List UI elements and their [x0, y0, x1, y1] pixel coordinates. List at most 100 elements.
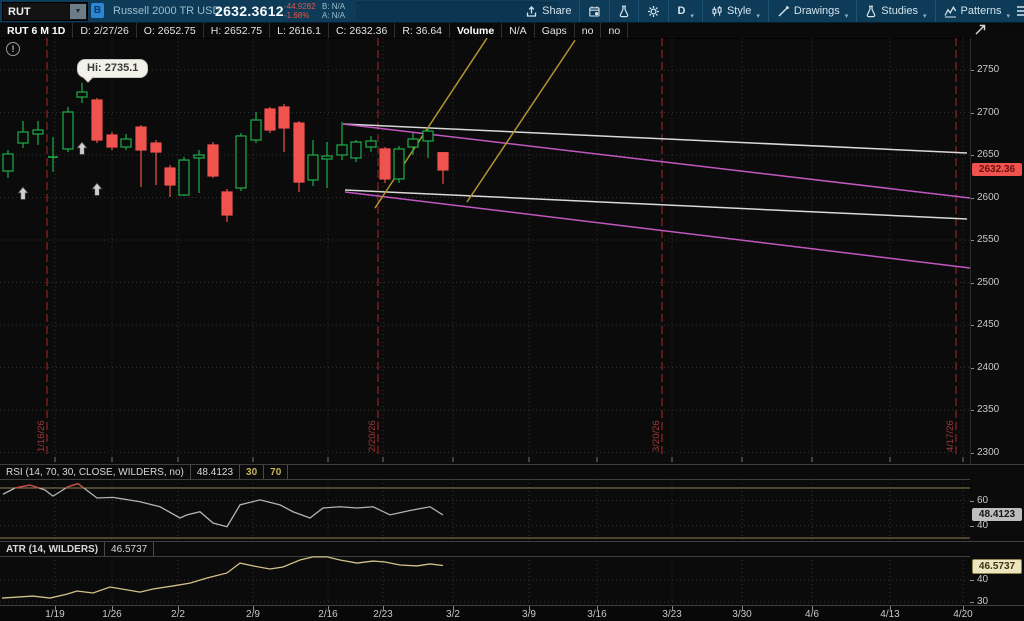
axis-label: 40: [977, 520, 988, 531]
flask-icon: [865, 5, 877, 18]
calendar-button[interactable]: [579, 0, 609, 22]
chart-symbol-timeframe: RUT 6 M 1D: [0, 23, 73, 38]
candle-body: [63, 112, 73, 149]
time-label: 3/2: [446, 609, 460, 620]
gaps-value-1: no: [575, 23, 602, 38]
symbol-value[interactable]: RUT: [3, 6, 70, 18]
candle-body: [251, 120, 261, 140]
volume-value: N/A: [502, 23, 535, 38]
axis-tick: [970, 501, 974, 502]
atr-value-badge: 46.5737: [972, 559, 1022, 574]
axis-label: 2700: [977, 107, 999, 118]
rsi-axis[interactable]: 48.4123 6040: [970, 479, 1024, 540]
candle-body: [121, 139, 131, 147]
axis-tick: [970, 602, 974, 603]
chevron-down-icon: ▾: [923, 12, 927, 22]
axis-label: 2300: [977, 447, 999, 458]
candle-body: [77, 92, 87, 97]
candle-body: [366, 141, 376, 147]
candle-body: [194, 155, 204, 158]
price-axis[interactable]: 2632.36 27502700265026002550250024502400…: [970, 38, 1024, 463]
atr-pane[interactable]: [0, 556, 970, 604]
atr-axis[interactable]: 46.5737 4030: [970, 556, 1024, 604]
candle-body: [408, 139, 418, 147]
axis-label: 40: [977, 574, 988, 585]
candle-body: [322, 156, 332, 159]
candle-body: [308, 155, 318, 180]
high-price-label: Hi: 2735.1: [77, 59, 148, 78]
studies-button[interactable]: Studies ▾: [856, 0, 934, 22]
timeframe-button[interactable]: D ▾: [668, 0, 701, 22]
axis-label: 2600: [977, 192, 999, 203]
axis-label: 2500: [977, 277, 999, 288]
settings-button[interactable]: [638, 0, 668, 22]
price-change: -44.9282-1.68%: [284, 2, 316, 20]
axis-label: 2550: [977, 234, 999, 245]
link-badge[interactable]: B: [91, 3, 104, 18]
axis-label: 2400: [977, 362, 999, 373]
low-readout: L: 2616.1: [270, 23, 329, 38]
last-price: 2632.3612: [215, 0, 284, 22]
candle-body: [179, 160, 189, 195]
candle-body: [337, 145, 347, 155]
range-readout: R: 36.64: [395, 23, 450, 38]
menu-icon[interactable]: [1017, 5, 1024, 20]
axis-label: 2750: [977, 64, 999, 75]
trendline-magenta[interactable]: [343, 124, 970, 198]
candle-body: [294, 123, 304, 182]
atr-study-label[interactable]: ATR (14, WILDERS): [0, 542, 105, 556]
trendline-magenta[interactable]: [345, 192, 970, 268]
candlestick-style-icon: [711, 5, 723, 18]
time-label: 3/9: [522, 609, 536, 620]
axis-label: 60: [977, 495, 988, 506]
zigzag-pattern-icon: [944, 5, 957, 18]
time-axis[interactable]: 1/191/262/22/92/162/233/23/93/163/233/30…: [0, 605, 1024, 621]
trendline-white[interactable]: [345, 190, 967, 219]
last-price-badge: 2632.36: [972, 163, 1022, 176]
trendline-pencil-icon: [777, 5, 790, 18]
symbol-input[interactable]: RUT ▼: [2, 2, 88, 21]
trendline-yellow[interactable]: [467, 40, 575, 202]
candle-body: [107, 135, 117, 147]
candle-body: [279, 107, 289, 128]
time-label: 3/30: [732, 609, 751, 620]
candle-body: [208, 145, 218, 176]
time-label: 4/20: [953, 609, 972, 620]
toolbar-buttons: Share D ▾ Style ▾ Drawings: [517, 0, 1018, 22]
analyze-button[interactable]: [609, 0, 638, 22]
axis-tick: [970, 580, 974, 581]
trendline-yellow[interactable]: [375, 38, 487, 208]
time-label: 2/2: [171, 609, 185, 620]
trading-platform-window: RUT ▼ B Russell 2000 TR USD 2632.3612 -4…: [0, 0, 1024, 621]
candle-body: [222, 192, 232, 215]
axis-label: 2350: [977, 404, 999, 415]
rsi-study-label[interactable]: RSI (14, 70, 30, CLOSE, WILDERS, no): [0, 465, 191, 479]
expiration-label: 3/20/26: [651, 420, 662, 452]
calendar-clock-icon: [588, 5, 601, 18]
atr-line: [2, 557, 443, 598]
drawings-button[interactable]: Drawings ▾: [768, 0, 856, 22]
chevron-down-icon: ▾: [845, 12, 849, 22]
ohlc-readout-bar: RUT 6 M 1D D: 2/27/26 O: 2652.75 H: 2652…: [0, 23, 1024, 39]
share-button[interactable]: Share: [517, 0, 579, 22]
time-label: 2/23: [373, 609, 392, 620]
open-readout: O: 2652.75: [137, 23, 204, 38]
rsi-line-overbought: [68, 484, 78, 487]
trendline-white[interactable]: [343, 124, 967, 153]
main-chart[interactable]: 1/16/262/20/263/20/264/17/26: [0, 38, 970, 463]
high-readout: H: 2652.75: [204, 23, 270, 38]
rsi-line-overbought: [78, 484, 84, 488]
flask-icon: [618, 5, 630, 18]
candle-body: [18, 132, 28, 143]
atr-value: 46.5737: [105, 542, 154, 556]
gear-icon: [647, 5, 660, 18]
gaps-value-2: no: [601, 23, 628, 38]
warning-icon[interactable]: !: [6, 42, 20, 56]
style-button[interactable]: Style ▾: [702, 0, 768, 22]
patterns-button[interactable]: Patterns ▾: [935, 0, 1018, 22]
gaps-label: Gaps: [535, 23, 575, 38]
rsi-pane[interactable]: [0, 479, 970, 540]
symbol-dropdown-icon[interactable]: ▼: [70, 4, 86, 19]
close-readout: C: 2632.36: [329, 23, 395, 38]
chevron-down-icon: ▾: [690, 12, 694, 22]
